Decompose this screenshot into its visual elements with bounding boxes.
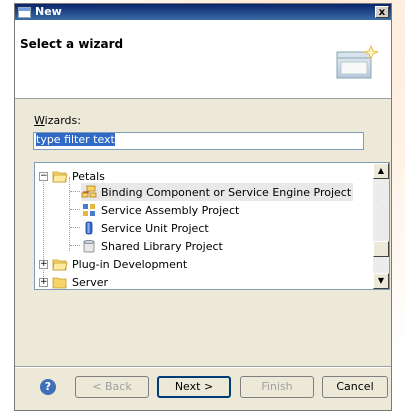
tree-item-label: Service Unit Project [101, 221, 209, 235]
collapse-icon[interactable]: − [39, 171, 48, 181]
wizards-label: Wizards: [34, 114, 81, 127]
folder-icon [52, 275, 68, 289]
tree-item-label: Shared Library Project [101, 239, 223, 253]
page-title: Select a wizard [20, 37, 124, 51]
tree-item-shared-library[interactable]: Shared Library Project [81, 237, 223, 255]
finish-button[interactable]: Finish [240, 376, 314, 398]
tree-item-plugin-development[interactable]: + Plug-in Development [39, 255, 187, 273]
binding-component-icon [81, 185, 97, 199]
scroll-up-icon[interactable]: ▲ [373, 163, 389, 179]
scroll-thumb[interactable] [373, 241, 389, 257]
new-wizard-banner-icon [333, 42, 381, 82]
window-icon [17, 6, 31, 18]
tree-scrollbar[interactable]: ▲ ▼ [373, 163, 389, 289]
tree-item-label: Plug-in Development [72, 257, 188, 271]
tree-item-label: Binding Component or Service Engine Proj… [101, 185, 352, 199]
folder-open-icon [52, 169, 68, 183]
filter-text: type filter text [36, 133, 115, 146]
tree-item-server[interactable]: + Server [39, 273, 109, 289]
wizard-tree[interactable]: − Petals Binding Component or Service En… [34, 162, 390, 290]
service-assembly-icon [81, 203, 97, 217]
window-title: New [35, 5, 62, 18]
tree-item-label: Service Assembly Project [101, 203, 240, 217]
expand-icon[interactable]: + [39, 259, 48, 269]
expand-icon[interactable]: + [39, 277, 48, 287]
scroll-down-icon[interactable]: ▼ [373, 273, 389, 289]
tree-item-label: Petals [72, 169, 105, 183]
footer-divider [15, 366, 391, 368]
tree-item-binding-component[interactable]: Binding Component or Service Engine Proj… [81, 183, 354, 201]
shared-library-icon [81, 239, 97, 253]
service-unit-icon [81, 221, 97, 235]
title-bar[interactable]: New x [15, 4, 391, 20]
back-button[interactable]: < Back [75, 376, 149, 398]
help-icon[interactable]: ? [40, 379, 56, 395]
new-wizard-dialog: New x Select a wizard Wizards: type filt… [14, 3, 392, 411]
tree-item-service-unit[interactable]: Service Unit Project [81, 219, 209, 237]
tree-item-label: Server [72, 275, 109, 289]
wizard-header: Select a wizard [15, 20, 391, 99]
tree-item-service-assembly[interactable]: Service Assembly Project [81, 201, 239, 219]
close-button[interactable]: x [375, 6, 389, 18]
cancel-button[interactable]: Cancel [322, 376, 388, 398]
next-button[interactable]: Next > [157, 376, 231, 398]
wizard-filter-input[interactable]: type filter text [33, 132, 364, 150]
folder-icon [52, 257, 68, 271]
